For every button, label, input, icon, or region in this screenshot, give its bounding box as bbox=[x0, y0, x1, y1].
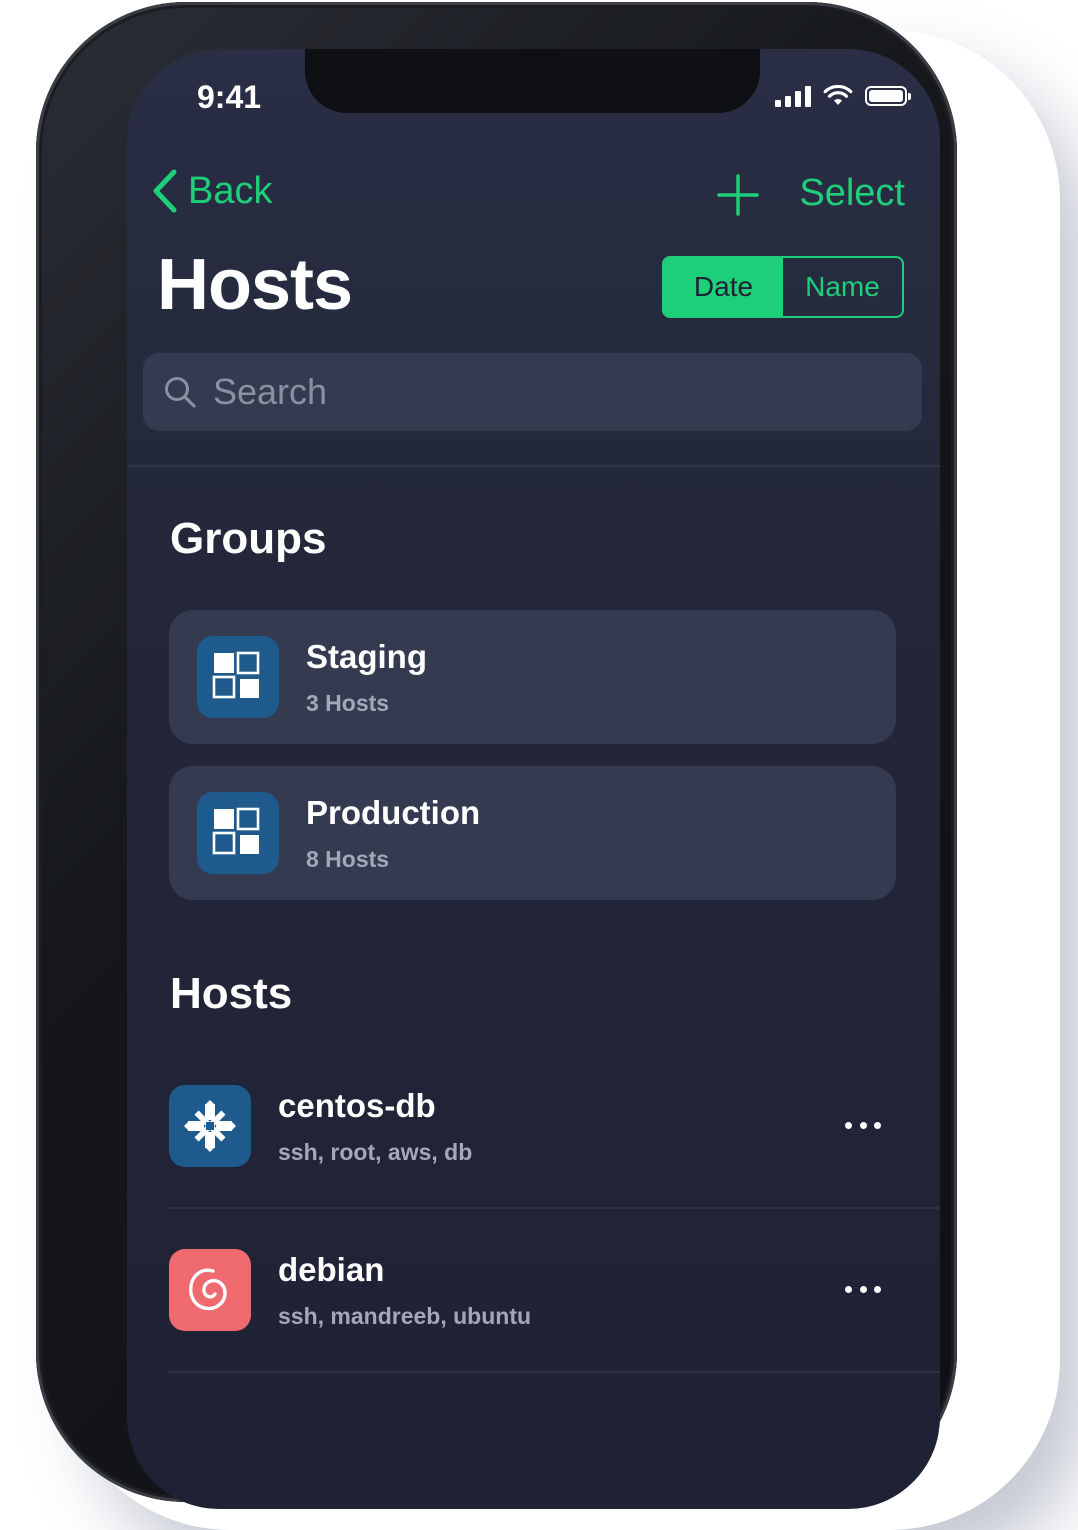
more-options-button[interactable] bbox=[845, 1115, 881, 1135]
battery-icon bbox=[865, 86, 911, 106]
host-name: debian bbox=[278, 1251, 385, 1288]
group-icon bbox=[197, 792, 279, 874]
phone-frame: 9:41 Back Select Hosts Date Name Search … bbox=[36, 2, 957, 1509]
host-tags: ssh, root, aws, db bbox=[278, 1139, 473, 1165]
status-icons bbox=[775, 85, 911, 107]
plus-icon bbox=[717, 174, 759, 216]
row-divider bbox=[169, 1207, 940, 1209]
row-divider bbox=[169, 1371, 940, 1373]
sort-option-date[interactable]: Date bbox=[664, 258, 783, 316]
group-card-production[interactable]: Production 8 Hosts bbox=[169, 766, 896, 900]
search-bar[interactable] bbox=[143, 353, 922, 431]
group-host-count: 8 Hosts bbox=[306, 846, 390, 872]
group-name: Staging bbox=[306, 638, 427, 675]
wifi-icon bbox=[823, 85, 853, 105]
app-screen: 9:41 Back Select Hosts Date Name Search … bbox=[127, 49, 940, 1509]
debian-icon bbox=[169, 1249, 251, 1331]
sort-segmented-control: Date Name bbox=[662, 256, 904, 318]
divider bbox=[127, 465, 940, 467]
host-tags: ssh, mandreeb, ubuntu bbox=[278, 1303, 532, 1329]
host-row-centos-db[interactable]: centos-db ssh, root, aws, db bbox=[169, 1085, 940, 1249]
cellular-signal-icon bbox=[775, 85, 811, 107]
group-name: Production bbox=[306, 794, 481, 831]
host-row-debian[interactable]: debian ssh, mandreeb, ubuntu bbox=[169, 1249, 940, 1413]
notch bbox=[305, 49, 760, 113]
group-card-staging[interactable]: Staging 3 Hosts bbox=[169, 610, 896, 744]
back-label: Back bbox=[188, 169, 273, 212]
hosts-section-title: Hosts bbox=[170, 969, 293, 1018]
page-title: Hosts bbox=[157, 245, 353, 325]
group-host-count: 3 Hosts bbox=[306, 690, 390, 716]
status-time: 9:41 bbox=[197, 79, 262, 115]
back-button[interactable]: Back bbox=[152, 169, 272, 213]
group-icon bbox=[197, 636, 279, 718]
chevron-left-icon bbox=[153, 169, 177, 213]
sort-option-name[interactable]: Name bbox=[783, 258, 902, 316]
select-button[interactable]: Select bbox=[799, 172, 905, 215]
search-input[interactable] bbox=[211, 370, 815, 414]
more-options-button[interactable] bbox=[845, 1279, 881, 1299]
host-name: centos-db bbox=[278, 1087, 436, 1124]
groups-section-title: Groups bbox=[170, 514, 327, 563]
centos-icon bbox=[169, 1085, 251, 1167]
add-button[interactable] bbox=[717, 174, 759, 221]
search-icon bbox=[165, 377, 196, 408]
